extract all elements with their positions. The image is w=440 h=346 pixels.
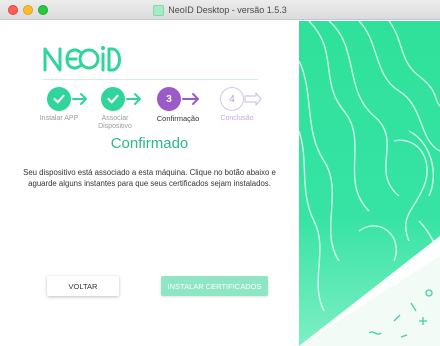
back-button[interactable]: VOLTAR	[47, 276, 119, 296]
check-icon	[47, 87, 71, 111]
step-label: Conclusão	[220, 115, 254, 122]
neoid-logo	[43, 46, 121, 72]
window-title-text: NeoID Desktop - versão 1.5.3	[168, 5, 287, 15]
logo-divider	[42, 79, 258, 80]
step-label: Confirmação	[156, 114, 200, 123]
decorative-artwork	[299, 21, 440, 346]
app-window: NeoID Desktop - versão 1.5.3 Instalar AP…	[0, 0, 440, 346]
arrow-right-icon	[72, 93, 87, 105]
page-title: Confirmado	[110, 135, 189, 152]
check-icon	[101, 87, 125, 111]
step-number-badge: 3	[157, 87, 181, 111]
step-label: Instalar APP	[39, 115, 79, 122]
app-icon	[153, 4, 165, 16]
step-number-badge: 4	[220, 87, 244, 111]
install-certificates-button[interactable]: INSTALAR CERTIFICADOS	[161, 276, 268, 296]
title-bar: NeoID Desktop - versão 1.5.3	[0, 0, 440, 20]
step-label: Associar Dispositivo	[98, 115, 132, 130]
window-title: NeoID Desktop - versão 1.5.3	[0, 0, 440, 20]
arrow-right-icon	[182, 93, 199, 105]
arrow-right-icon	[244, 92, 262, 106]
description-text: Seu dispositivo está associado a esta má…	[23, 168, 276, 188]
arrow-right-icon	[126, 93, 141, 105]
